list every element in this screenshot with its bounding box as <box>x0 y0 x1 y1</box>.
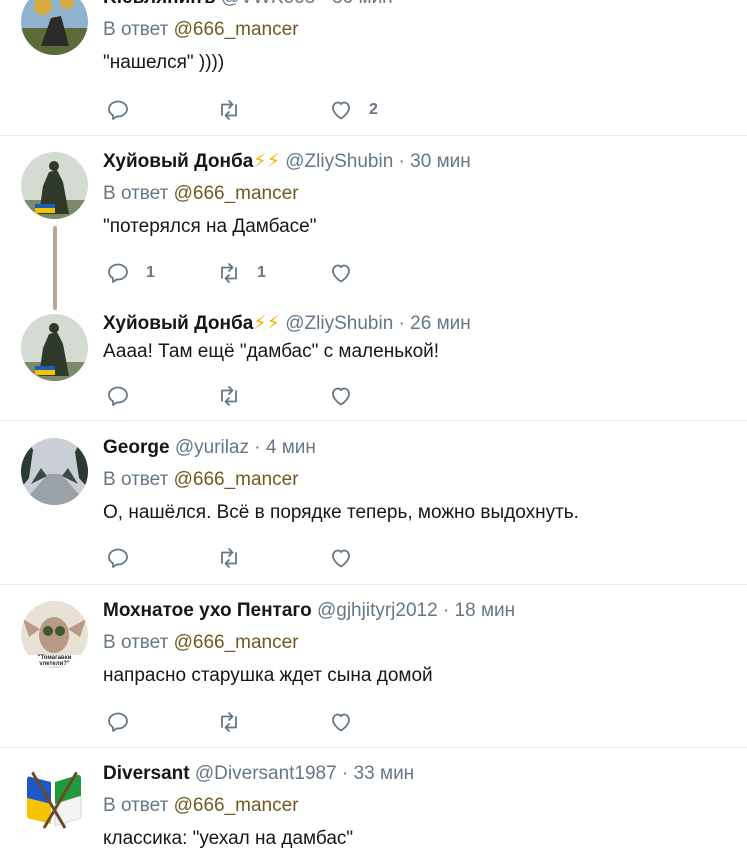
reply-button[interactable] <box>106 545 146 571</box>
retweet-count: 1 <box>257 264 266 281</box>
retweet-button[interactable] <box>217 383 257 409</box>
heart-icon <box>332 101 350 120</box>
avatar-caption: "Томагавки улетели?" <box>37 655 72 667</box>
tweet-text: О, нашёлся. Всё в порядке теперь, можно … <box>103 502 579 523</box>
tweet-header: Diversant @Diversant1987 · 33 мин <box>103 762 737 786</box>
tweet[interactable]: Diversant @Diversant1987 · 33 мин В отве… <box>0 748 747 857</box>
username[interactable]: @yurilaz <box>175 437 249 458</box>
reply-button[interactable] <box>106 383 146 409</box>
display-name[interactable]: George <box>103 437 170 458</box>
reply-button[interactable] <box>106 97 146 123</box>
retweet-icon <box>221 263 237 283</box>
reply-context: В ответ @666_mancer <box>103 631 737 655</box>
reply-icon <box>108 100 128 120</box>
avatar[interactable] <box>21 314 88 381</box>
username[interactable]: @gjhjityrj2012 <box>317 600 438 621</box>
username[interactable]: @ZliyShubin <box>285 313 393 334</box>
mention-link[interactable]: @666_mancer <box>174 795 299 816</box>
reply-icon <box>108 548 128 568</box>
retweet-icon <box>221 100 237 120</box>
timestamp[interactable]: · 30 мин <box>320 0 392 8</box>
mention-link[interactable]: @666_mancer <box>174 183 299 204</box>
timestamp[interactable]: · 30 мин <box>399 151 471 172</box>
reply-prefix: В ответ <box>103 183 169 204</box>
tweet-header: George @yurilaz · 4 мин <box>103 436 737 460</box>
like-button[interactable] <box>329 260 369 286</box>
retweet-button[interactable] <box>217 709 257 735</box>
reply-prefix: В ответ <box>103 795 169 816</box>
avatar[interactable] <box>21 438 88 505</box>
retweet-button[interactable]: 1 <box>217 260 266 286</box>
retweet-icon <box>221 386 237 406</box>
reply-icon <box>108 386 128 406</box>
tweet-text: напрасно старушка ждет сына домой <box>103 665 433 686</box>
reply-prefix: В ответ <box>103 469 169 490</box>
thread-line <box>53 226 57 310</box>
reply-prefix: В ответ <box>103 632 169 653</box>
reply-icon <box>108 263 128 283</box>
display-name[interactable]: Хуйовый Донба <box>103 151 253 172</box>
display-name[interactable]: Хуйовый Донба <box>103 313 253 334</box>
timestamp[interactable]: · 33 мин <box>342 763 414 784</box>
like-button[interactable] <box>329 709 369 735</box>
tweet[interactable]: Хуйовый Донба⚡⚡ @ZliyShubin · 26 мин Ааа… <box>0 300 747 420</box>
retweet-button[interactable] <box>217 97 257 123</box>
username[interactable]: @VWK668 <box>221 0 315 8</box>
tweet-text: "нашелся" )))) <box>103 52 225 73</box>
lightning-emoji: ⚡⚡ <box>253 313 280 334</box>
avatar[interactable] <box>21 152 88 219</box>
retweet-icon <box>221 548 237 568</box>
like-button[interactable]: 2 <box>329 97 378 123</box>
tweet[interactable]: Хуйовый Донба⚡⚡ @ZliyShubin · 30 мин В о… <box>0 136 747 310</box>
timestamp[interactable]: · 18 мин <box>443 600 515 621</box>
reply-context: В ответ @666_mancer <box>103 468 737 492</box>
like-count: 2 <box>369 101 378 118</box>
lightning-emoji: ⚡⚡ <box>253 151 280 172</box>
timestamp[interactable]: · 26 мин <box>399 313 471 334</box>
tweet-text: классика: "уехал на дамбас" <box>103 828 354 849</box>
tweet[interactable]: "Томагавки улетели?" Мохнатое ухо Пентаг… <box>0 585 747 747</box>
timestamp[interactable]: · 4 мин <box>254 437 316 458</box>
heart-icon <box>332 713 350 732</box>
mention-link[interactable]: @666_mancer <box>174 19 299 40</box>
mention-link[interactable]: @666_mancer <box>174 469 299 490</box>
tweet[interactable]: Kieвлянинъ @VWK668 · 30 мин В ответ @666… <box>0 0 747 135</box>
like-button[interactable] <box>329 545 369 571</box>
display-name[interactable]: Kieвлянинъ <box>103 0 216 8</box>
tweet-header: Хуйовый Донба⚡⚡ @ZliyShubin · 30 мин <box>103 150 737 174</box>
avatar[interactable] <box>21 0 88 55</box>
reply-icon <box>108 712 128 732</box>
like-button[interactable] <box>329 383 369 409</box>
avatar[interactable] <box>21 764 88 831</box>
reply-count: 1 <box>146 264 155 281</box>
reply-button[interactable]: 1 <box>106 260 155 286</box>
retweet-icon <box>221 712 237 732</box>
heart-icon <box>332 387 350 406</box>
mention-link[interactable]: @666_mancer <box>174 632 299 653</box>
tweet-header: Kieвлянинъ @VWK668 · 30 мин <box>103 0 737 10</box>
username[interactable]: @ZliyShubin <box>285 151 393 172</box>
display-name[interactable]: Diversant <box>103 763 190 784</box>
reply-prefix: В ответ <box>103 19 169 40</box>
username[interactable]: @Diversant1987 <box>195 763 337 784</box>
tweet-header: Хуйовый Донба⚡⚡ @ZliyShubin · 26 мин <box>103 312 737 336</box>
retweet-button[interactable] <box>217 545 257 571</box>
heart-icon <box>332 264 350 283</box>
reply-context: В ответ @666_mancer <box>103 794 737 818</box>
display-name[interactable]: Мохнатое ухо Пентаго <box>103 600 312 621</box>
tweet-text: "потерялся на Дамбасе" <box>103 216 317 237</box>
heart-icon <box>332 549 350 568</box>
reply-context: В ответ @666_mancer <box>103 182 737 206</box>
tweet-header: Мохнатое ухо Пентаго @gjhjityrj2012 · 18… <box>103 599 737 623</box>
tweet-text: Аааа! Там ещё "дамбас" с маленькой! <box>103 341 440 362</box>
reply-button[interactable] <box>106 709 146 735</box>
reply-context: В ответ @666_mancer <box>103 18 737 42</box>
tweet[interactable]: George @yurilaz · 4 мин В ответ @666_man… <box>0 421 747 584</box>
avatar[interactable]: "Томагавки улетели?" <box>21 601 88 668</box>
